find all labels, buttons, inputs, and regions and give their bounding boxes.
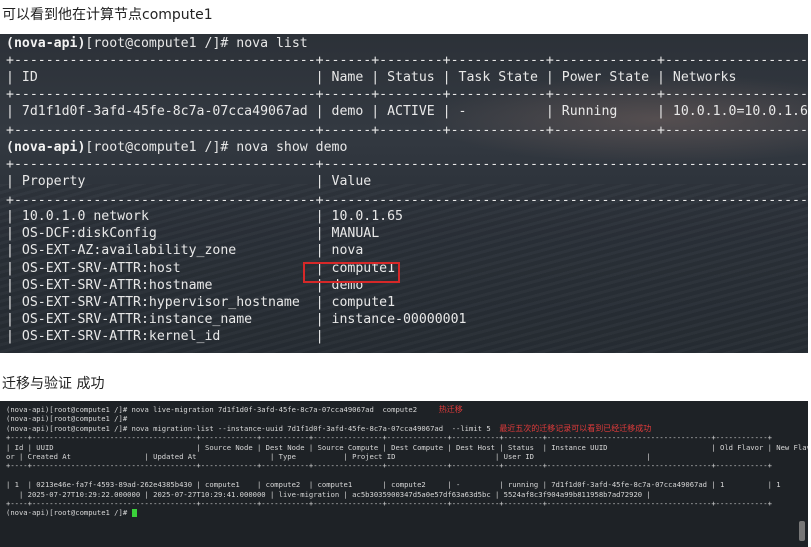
terminal-text: +----+----------------------------------… bbox=[6, 499, 772, 508]
terminal-text: +----+----------------------------------… bbox=[6, 433, 772, 443]
terminal-line: +----+----------------------------------… bbox=[6, 433, 772, 442]
terminal-screenshot-migration: (nova-api)[root@compute1 /]# nova live-m… bbox=[0, 401, 808, 547]
caption-migration-verified: 迁移与验证 成功 bbox=[2, 376, 105, 392]
terminal-line: (nova-api)[root@compute1 /]# nova show d… bbox=[6, 140, 347, 156]
scrollbar-thumb[interactable] bbox=[799, 521, 805, 541]
terminal-text: | 7d1f1d0f-3afd-45fe-8c7a-07cca49067ad |… bbox=[6, 104, 808, 119]
terminal-text: +----+----------------------------------… bbox=[6, 461, 772, 471]
terminal-text: [root@compute1 /]# nova list bbox=[85, 36, 308, 51]
terminal-text: +--------------------------------------+… bbox=[6, 53, 808, 68]
terminal-line: +--------------------------------------+… bbox=[6, 123, 808, 139]
terminal-line: | 1 | 0213e46e-fa7f-4593-89ad-262e4385b4… bbox=[6, 480, 781, 489]
terminal-screenshot-nova-list: (nova-api)[root@compute1 /]# nova list +-… bbox=[0, 34, 808, 353]
terminal-text: +--------------------------------------+… bbox=[6, 193, 808, 208]
terminal-text: (nova-api)[root@compute1 /]# nova migrat… bbox=[6, 423, 500, 433]
terminal-line: | 10.0.1.0 network | 10.0.1.65 | bbox=[6, 209, 808, 225]
terminal-line: (nova-api)[root@compute1 /]# nova migrat… bbox=[6, 424, 651, 433]
annotation-note: 最近五次的迁移记录可以看到已经迁移成功 bbox=[499, 423, 652, 433]
terminal-text: (nova-api)[root@compute1 /]# bbox=[6, 508, 132, 518]
terminal-line: | 2025-07-27T10:29:22.000000 | 2025-07-2… bbox=[6, 490, 651, 499]
terminal-text: | ID | Name | Status | Task State | Powe… bbox=[6, 70, 808, 85]
terminal-line: (nova-api)[root@compute1 /]# bbox=[6, 414, 127, 423]
terminal-line: (nova-api)[root@compute1 /]# nova list bbox=[6, 36, 308, 52]
terminal-text: (nova-api)[root@compute1 /]# bbox=[6, 414, 128, 424]
shell-prompt: (nova-api) bbox=[6, 140, 86, 155]
terminal-line: | OS-EXT-AZ:availability_zone | nova | bbox=[6, 243, 808, 259]
terminal-line: +--------------------------------------+… bbox=[6, 87, 808, 103]
terminal-text: | OS-EXT-AZ:availability_zone | nova | bbox=[6, 243, 808, 258]
terminal-line: or | Created At | Updated At | Type | Pr… bbox=[6, 452, 651, 461]
terminal-text: | Id | UUID | Source Node | Dest Node | … bbox=[6, 442, 808, 452]
terminal-text: [root@compute1 /]# nova show demo bbox=[85, 140, 348, 155]
terminal-text: | OS-EXT-SRV-ATTR:hostname | demo | bbox=[6, 278, 808, 293]
terminal-line: +--------------------------------------+… bbox=[6, 193, 808, 209]
terminal-text: | Property | Value | bbox=[6, 174, 808, 189]
terminal-line: (nova-api)[root@compute1 /]# nova live-m… bbox=[6, 405, 463, 414]
terminal-line: | OS-EXT-SRV-ATTR:host | compute1 | bbox=[6, 261, 808, 277]
terminal-line: | OS-EXT-SRV-ATTR:instance_name | instan… bbox=[6, 312, 808, 328]
terminal-line: | OS-EXT-SRV-ATTR:hostname | demo | bbox=[6, 278, 808, 294]
terminal-line: | 7d1f1d0f-3afd-45fe-8c7a-07cca49067ad |… bbox=[6, 104, 808, 120]
terminal-text: (nova-api)[root@compute1 /]# nova live-m… bbox=[6, 405, 439, 414]
terminal-line: +--------------------------------------+… bbox=[6, 53, 808, 69]
terminal-text: | OS-EXT-SRV-ATTR:hypervisor_hostname | … bbox=[6, 295, 808, 310]
terminal-line: | ID | Name | Status | Task State | Powe… bbox=[6, 70, 808, 86]
terminal-text: +--------------------------------------+… bbox=[6, 87, 808, 102]
terminal-text: +--------------------------------------+… bbox=[6, 157, 808, 172]
caption-host-location: 可以看到他在计算节点compute1 bbox=[2, 7, 213, 23]
terminal-text: | OS-EXT-SRV-ATTR:instance_name | instan… bbox=[6, 312, 808, 327]
terminal-text: | 1 | 0213e46e-fa7f-4593-89ad-262e4385b4… bbox=[6, 480, 781, 490]
terminal-line: | Property | Value | bbox=[6, 174, 808, 190]
terminal-cursor bbox=[131, 509, 137, 518]
terminal-text: | 2025-07-27T10:29:22.000000 | 2025-07-2… bbox=[6, 489, 651, 499]
terminal-line: (nova-api)[root@compute1 /]# bbox=[6, 508, 137, 518]
annotation-note: 热迁移 bbox=[438, 405, 463, 414]
terminal-text: | 10.0.1.0 network | 10.0.1.65 | bbox=[6, 209, 808, 224]
shell-prompt: (nova-api) bbox=[6, 36, 86, 51]
terminal-text: | OS-DCF:diskConfig | MANUAL | bbox=[6, 226, 808, 241]
terminal-line: | OS-DCF:diskConfig | MANUAL | bbox=[6, 226, 808, 242]
highlight-box-host bbox=[303, 262, 400, 283]
terminal-line: +--------------------------------------+… bbox=[6, 157, 808, 173]
terminal-line: | OS-EXT-SRV-ATTR:hypervisor_hostname | … bbox=[6, 295, 808, 311]
terminal-text: | OS-EXT-SRV-ATTR:host | compute1 | bbox=[6, 261, 808, 276]
terminal-line: | OS-EXT-SRV-ATTR:kernel_id | | bbox=[6, 329, 808, 345]
terminal-line: | Id | UUID | Source Node | Dest Node | … bbox=[6, 443, 808, 452]
terminal-text: or | Created At | Updated At | Type | Pr… bbox=[6, 452, 651, 461]
terminal-text: +--------------------------------------+… bbox=[6, 123, 808, 138]
terminal-text: | OS-EXT-SRV-ATTR:kernel_id | | bbox=[6, 329, 808, 344]
terminal-line: +----+----------------------------------… bbox=[6, 461, 772, 470]
terminal-line: +----+----------------------------------… bbox=[6, 499, 772, 508]
